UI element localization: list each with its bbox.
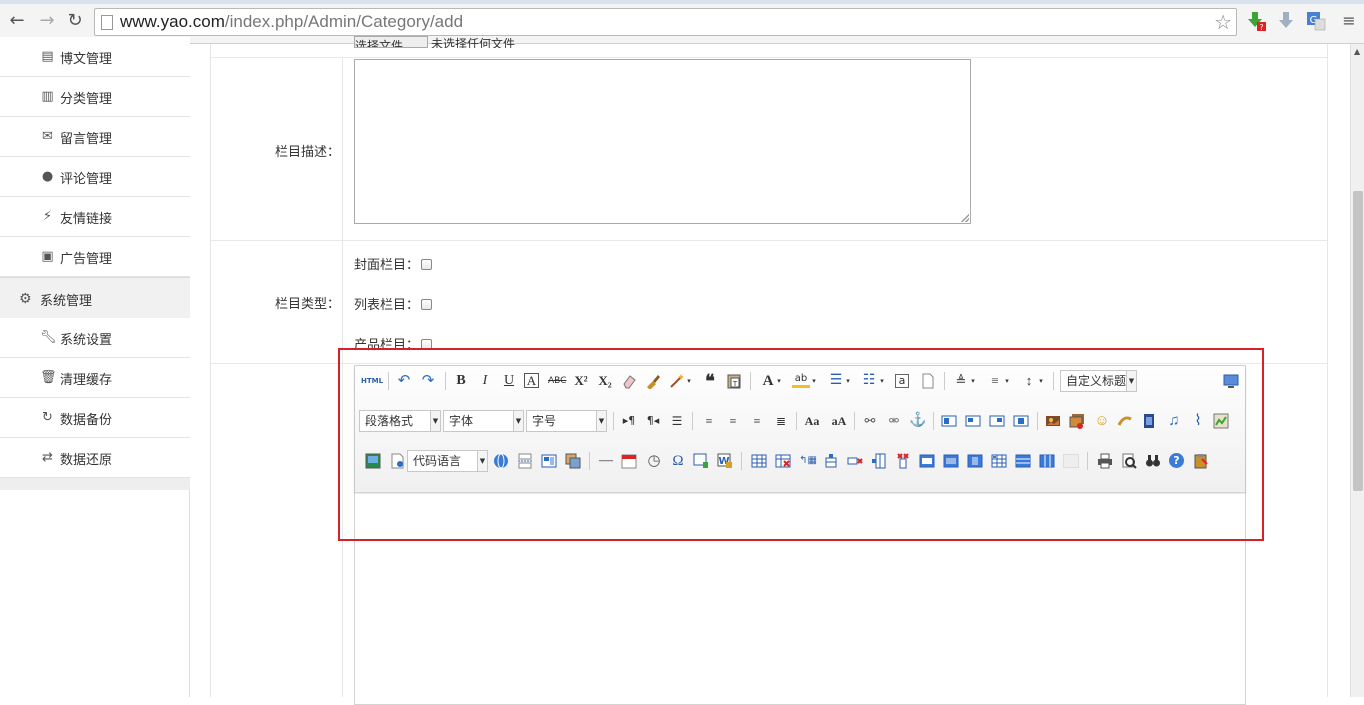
- url-host: www.yao.com: [120, 12, 225, 31]
- menu-icon[interactable]: ≡: [1338, 10, 1360, 32]
- sidebar-item-categories[interactable]: ▥ 分类管理: [0, 77, 190, 117]
- sidebar-item-label: 数据还原: [60, 453, 113, 468]
- sidebar-item-settings[interactable]: 🔧︎ 系统设置: [0, 318, 190, 358]
- resize-grip[interactable]: [961, 214, 969, 222]
- vertical-scrollbar[interactable]: ▲: [1350, 44, 1364, 697]
- plug-icon: ⚡: [42, 209, 53, 224]
- type-label: 栏目类型：: [274, 297, 340, 312]
- trash-icon: 🗑︎: [40, 370, 57, 385]
- list-column-option: 列表栏目：: [354, 294, 433, 313]
- sidebar-item-label: 博文管理: [60, 52, 113, 67]
- sidebar-item-label: 数据备份: [60, 413, 113, 428]
- forward-icon[interactable]: →: [36, 10, 58, 32]
- description-label: 栏目描述：: [274, 145, 340, 160]
- picture-icon: ▣: [41, 249, 54, 264]
- sidebar-group-system[interactable]: ⚙ 系统管理: [0, 277, 190, 319]
- description-textarea[interactable]: [354, 59, 971, 224]
- url-path: /index.php/Admin/Category/add: [224, 12, 464, 31]
- window-frame: [0, 0, 1364, 4]
- url-text: www.yao.com/index.php/Admin/Category/add: [120, 12, 463, 32]
- sidebar-item-clear-cache[interactable]: 🗑︎ 清理缓存: [0, 358, 190, 398]
- scroll-up-icon[interactable]: ▲: [1354, 47, 1360, 56]
- bookmark-star-icon[interactable]: ☆: [1214, 10, 1232, 34]
- browser-toolbar: ← → ↻ www.yao.com/index.php/Admin/Catego…: [0, 0, 1364, 44]
- back-icon[interactable]: ←: [6, 10, 28, 32]
- sidebar-item-ads[interactable]: ▣ 广告管理: [0, 237, 190, 277]
- download-helper-icon[interactable]: ?: [1245, 10, 1267, 32]
- sidebar-item-messages[interactable]: ✉ 留言管理: [0, 117, 190, 157]
- sidebar: ▤ 博文管理 ▥ 分类管理 ✉ 留言管理 ● 评论管理 ⚡ 友情链接 ▣ 广告管…: [0, 37, 190, 697]
- sidebar-footer: [0, 478, 190, 490]
- refresh-icon: ↻: [42, 410, 53, 425]
- gear-icon: ⚙: [19, 291, 32, 307]
- sidebar-item-label: 系统设置: [60, 333, 113, 348]
- sidebar-item-posts[interactable]: ▤ 博文管理: [0, 37, 190, 77]
- mail-icon: ✉: [42, 129, 53, 144]
- translate-icon[interactable]: G: [1305, 10, 1327, 32]
- sidebar-item-backup[interactable]: ↻ 数据备份: [0, 398, 190, 438]
- choose-file-button[interactable]: 选择文件: [354, 36, 428, 48]
- list-column-checkbox[interactable]: [421, 299, 433, 310]
- sidebar-item-label: 留言管理: [60, 132, 113, 147]
- retweet-icon: ⇄: [42, 450, 53, 465]
- sidebar-item-label: 友情链接: [60, 212, 113, 227]
- download-arrow-icon[interactable]: [1275, 10, 1297, 32]
- list-column-label: 列表栏目：: [354, 298, 420, 313]
- books-icon: ▥: [41, 89, 54, 104]
- sidebar-item-comments[interactable]: ● 评论管理: [0, 157, 190, 197]
- cover-column-option: 封面栏目：: [354, 254, 433, 273]
- wrench-icon: 🔧︎: [40, 330, 57, 345]
- file-status-text: 未选择任何文件: [431, 37, 516, 48]
- choose-file-label: 选择文件: [355, 39, 404, 48]
- cover-column-label: 封面栏目：: [354, 258, 420, 273]
- row-divider: [211, 57, 1328, 58]
- sidebar-item-label: 分类管理: [60, 92, 113, 107]
- address-bar[interactable]: www.yao.com/index.php/Admin/Category/add…: [94, 8, 1237, 36]
- svg-text:?: ?: [1259, 23, 1263, 32]
- highlight-annotation-box: [338, 348, 1264, 541]
- sidebar-group-label: 系统管理: [40, 294, 93, 309]
- reload-icon[interactable]: ↻: [64, 10, 86, 32]
- sidebar-item-restore[interactable]: ⇄ 数据还原: [0, 438, 190, 478]
- sidebar-item-links[interactable]: ⚡ 友情链接: [0, 197, 190, 237]
- row-divider: [211, 240, 1328, 241]
- sidebar-item-label: 清理缓存: [60, 373, 113, 388]
- comment-icon: ●: [41, 169, 54, 184]
- sidebar-item-label: 评论管理: [60, 172, 113, 187]
- scrollbar-thumb[interactable]: [1353, 191, 1363, 491]
- cover-column-checkbox[interactable]: [421, 259, 433, 270]
- page-icon: [101, 15, 113, 30]
- list-icon: ▤: [41, 49, 54, 64]
- sidebar-item-label: 广告管理: [60, 252, 113, 267]
